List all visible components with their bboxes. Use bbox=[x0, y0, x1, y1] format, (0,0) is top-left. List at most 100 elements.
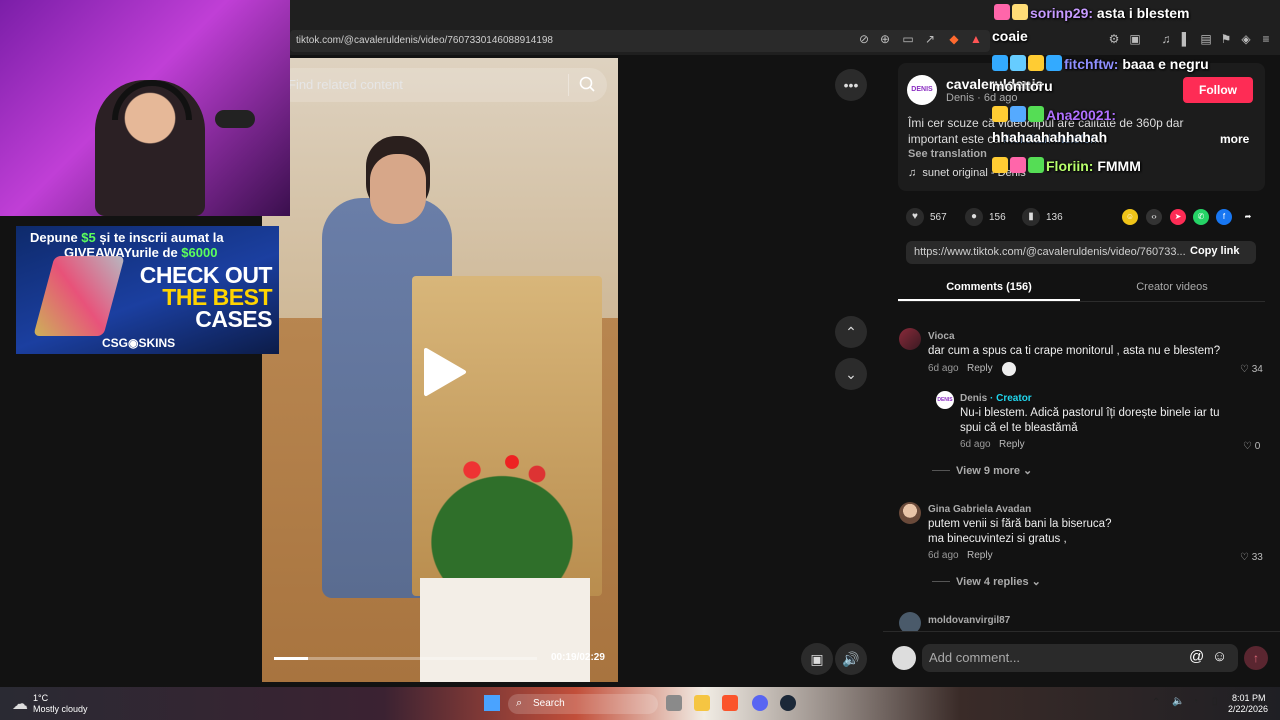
previous-video-button[interactable]: ⌃ bbox=[835, 316, 867, 348]
avatar[interactable] bbox=[899, 502, 921, 524]
send-comment-button[interactable]: ↑ bbox=[1244, 646, 1268, 670]
cast-icon[interactable]: ▭ bbox=[900, 31, 916, 47]
comment-placeholder: Add comment... bbox=[929, 650, 1021, 665]
reply-like[interactable]: ♡ 0 bbox=[1243, 441, 1260, 452]
more-options-button[interactable]: ••• bbox=[835, 69, 867, 101]
emoji-icon[interactable]: ☺ bbox=[1212, 648, 1227, 665]
weather-desc[interactable]: Mostly cloudy bbox=[33, 704, 88, 714]
badge-icon bbox=[992, 157, 1008, 173]
heart-outline-icon: ♡ bbox=[1240, 552, 1252, 563]
comment-author[interactable]: moldovanvirgil87 bbox=[928, 615, 1010, 626]
extensions-icon[interactable]: ⚙ bbox=[1106, 31, 1122, 47]
zoom-icon[interactable]: ⊕ bbox=[877, 31, 893, 47]
heart-outline-icon: ♡ bbox=[1240, 364, 1252, 375]
play-icon[interactable] bbox=[420, 346, 468, 398]
tab-search-icon[interactable]: ▣ bbox=[1127, 31, 1143, 47]
save-stat[interactable]: ▮ 136 bbox=[1022, 208, 1063, 226]
reply-button[interactable]: Reply bbox=[967, 550, 993, 561]
comment-author[interactable]: Vioca bbox=[928, 331, 955, 342]
comment-stat[interactable]: ● 156 bbox=[965, 208, 1006, 226]
tab-creator-videos[interactable]: Creator videos bbox=[1082, 275, 1262, 301]
comment-like[interactable]: ♡ 33 bbox=[1240, 552, 1263, 563]
brave-icon[interactable] bbox=[722, 695, 738, 711]
taskbar-search[interactable] bbox=[508, 694, 658, 714]
sidebar-icon[interactable]: ▌ bbox=[1178, 31, 1194, 47]
search-divider bbox=[568, 74, 569, 96]
search-icon[interactable] bbox=[578, 75, 596, 93]
clock-date[interactable]: 2/22/2026 bbox=[1228, 704, 1268, 714]
badge-icon bbox=[1010, 157, 1026, 173]
reply-time: 6d ago bbox=[960, 439, 991, 450]
chat-text: hhahaahahhahah bbox=[992, 129, 1108, 145]
reply-button[interactable]: Reply bbox=[999, 439, 1025, 450]
share-page-icon[interactable]: ↗ bbox=[922, 31, 938, 47]
comment-like[interactable]: ♡ 34 bbox=[1240, 364, 1263, 375]
clock-time[interactable]: 8:01 PM bbox=[1232, 693, 1266, 703]
avatar[interactable] bbox=[899, 328, 921, 350]
discord-icon[interactable] bbox=[752, 695, 768, 711]
chevron-down-icon: ⌄ bbox=[845, 365, 857, 382]
cloud-icon[interactable]: ☁ bbox=[12, 694, 28, 714]
caption-text: important este că bbox=[908, 132, 1004, 146]
view-replies[interactable]: View 4 replies ⌄ bbox=[956, 575, 1041, 588]
wallet-icon[interactable]: ▤ bbox=[1198, 31, 1214, 47]
creator-avatar[interactable]: DENIS bbox=[907, 75, 937, 105]
tab-comments[interactable]: Comments (156) bbox=[898, 275, 1080, 301]
view-more-line bbox=[932, 581, 950, 582]
whatsapp-icon[interactable]: ✆ bbox=[1193, 209, 1209, 225]
chat-message: Ana20021: bbox=[992, 106, 1116, 123]
save-count: 136 bbox=[1046, 211, 1063, 223]
reply-author[interactable]: Denis · Creator bbox=[960, 393, 1032, 404]
menu-icon[interactable]: ≡ bbox=[1258, 31, 1274, 47]
next-video-button[interactable]: ⌄ bbox=[835, 358, 867, 390]
progress-track[interactable] bbox=[274, 657, 537, 660]
rewards-icon[interactable]: ▲ bbox=[968, 31, 984, 47]
chevron-up-icon: ⌃ bbox=[845, 323, 857, 340]
music-icon[interactable]: ♫ bbox=[1158, 31, 1174, 47]
volume-button[interactable]: 🔊 bbox=[835, 643, 867, 675]
copy-link-button[interactable]: Copy link bbox=[1190, 245, 1240, 257]
friends-share-icon[interactable]: ☺ bbox=[1122, 209, 1138, 225]
tray-chevron-icon[interactable]: ⌃ bbox=[1152, 697, 1160, 708]
leo-icon[interactable]: ⚑ bbox=[1218, 31, 1234, 47]
no-camera-icon[interactable]: ⊘ bbox=[856, 31, 872, 47]
user-avatar[interactable] bbox=[892, 646, 916, 670]
comment-bubble-icon: ● bbox=[965, 208, 983, 226]
windows-start-icon[interactable] bbox=[484, 695, 500, 711]
miniplayer-button[interactable]: ▣ bbox=[801, 643, 833, 675]
task-view-icon[interactable] bbox=[666, 695, 682, 711]
caption-more-button[interactable]: more bbox=[1220, 132, 1249, 146]
mention-icon[interactable]: @ bbox=[1189, 648, 1204, 665]
follow-button[interactable]: Follow bbox=[1183, 77, 1253, 103]
vpn-icon[interactable]: ◈ bbox=[1238, 31, 1254, 47]
brave-shield-icon[interactable]: ◆ bbox=[946, 31, 962, 47]
chat-message: fitchftw: baaa e negru bbox=[992, 55, 1209, 72]
battery-icon[interactable]: ▯ bbox=[1212, 696, 1218, 707]
chevron-down-icon: ⌄ bbox=[1028, 576, 1041, 588]
chat-message: monitoru bbox=[992, 78, 1053, 94]
volume-tray-icon[interactable]: 🔈 bbox=[1172, 696, 1184, 707]
badge-icon bbox=[1028, 55, 1044, 71]
chat-message: coaie bbox=[992, 28, 1028, 44]
ad-cases: CASES bbox=[195, 306, 272, 332]
chat-text: asta i blestem bbox=[1093, 5, 1190, 21]
chat-user: sorinp29: bbox=[1030, 5, 1094, 21]
weather-temp[interactable]: 1°C bbox=[33, 693, 48, 703]
file-explorer-icon[interactable] bbox=[694, 695, 710, 711]
steam-icon[interactable] bbox=[780, 695, 796, 711]
network-icon[interactable]: ◔ bbox=[1192, 696, 1198, 707]
share-arrow-icon[interactable]: ➦ bbox=[1240, 209, 1256, 225]
see-translation-link[interactable]: See translation bbox=[908, 148, 987, 160]
comment-text-2: ma binecuvintezi si gratus , bbox=[928, 533, 1067, 545]
facebook-icon[interactable]: f bbox=[1216, 209, 1232, 225]
like-stat[interactable]: ♥ 567 bbox=[906, 208, 947, 226]
send-icon[interactable]: ➤ bbox=[1170, 209, 1186, 225]
embed-icon[interactable]: ‹› bbox=[1146, 209, 1162, 225]
reply-button[interactable]: Reply bbox=[967, 363, 993, 374]
creator-reply-avatar[interactable]: DENIS bbox=[936, 391, 954, 409]
reply-like-count: 0 bbox=[1254, 441, 1261, 452]
knife-graphic bbox=[33, 256, 125, 336]
chat-text: coaie bbox=[992, 28, 1028, 44]
view-more-replies[interactable]: View 9 more ⌄ bbox=[956, 464, 1032, 477]
comment-author[interactable]: Gina Gabriela Avadan bbox=[928, 504, 1031, 515]
